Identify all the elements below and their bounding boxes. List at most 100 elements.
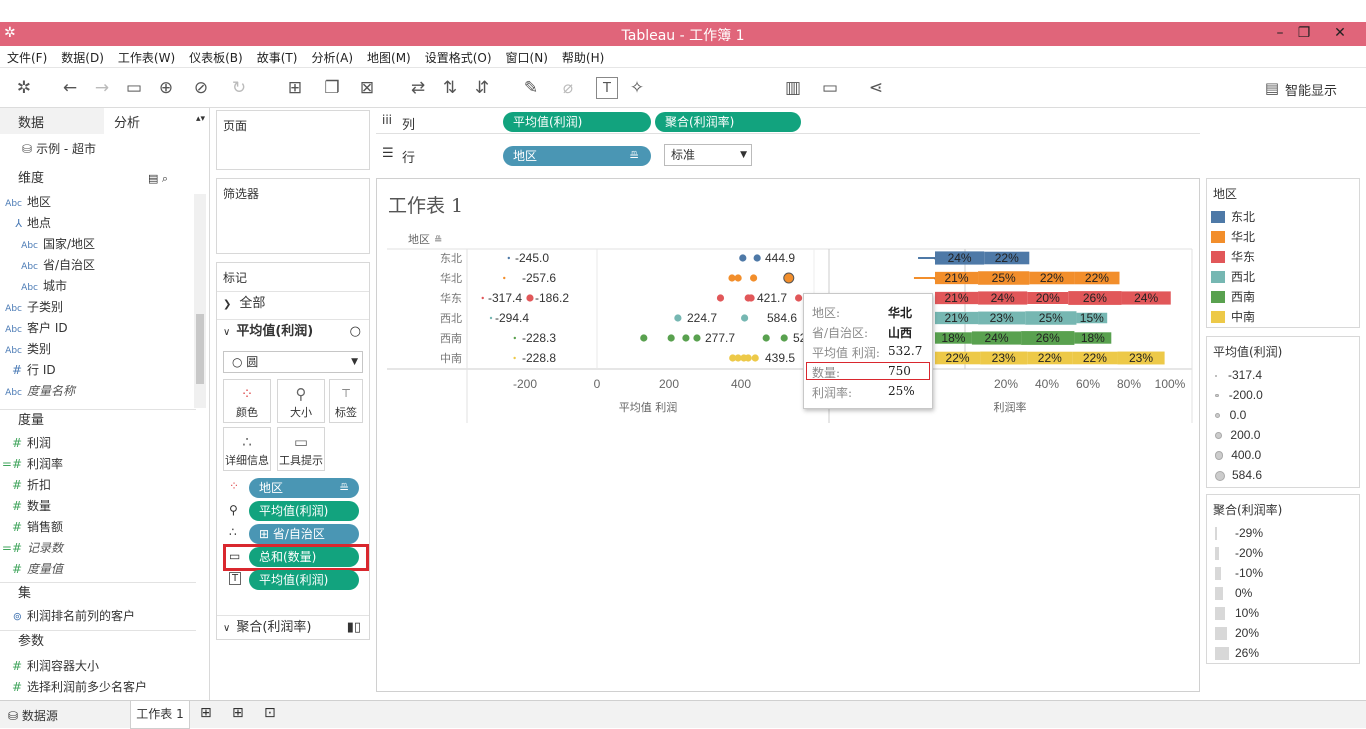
measure-item[interactable]: # 利润	[0, 433, 196, 454]
pill-size[interactable]: 平均值(利润)	[249, 501, 359, 521]
pill-detail[interactable]: ⊞ 省/自治区	[249, 524, 359, 544]
marks-all-row[interactable]: ❯ 全部	[217, 291, 369, 315]
legend-size[interactable]: 平均值(利润) -317.4 -200.0 0.0 200.0 400.0 584.6	[1206, 336, 1360, 488]
close-button[interactable]: ✕	[1322, 22, 1358, 46]
tab-analysis[interactable]: 分析	[114, 112, 140, 131]
menu-worksheet[interactable]: 工作表(W)	[111, 46, 182, 66]
number-icon: =#	[1, 541, 22, 555]
chart-svg[interactable]: 地区 ≞东北华北华东西北西南中南-200 0 200 400平均值 利润-245.0 44…	[377, 179, 1199, 691]
datasource-item[interactable]: ⛁ 示例 - 超市	[0, 139, 196, 160]
group-icon[interactable]: ⌀	[556, 77, 580, 99]
detail-button[interactable]: ∴ 详细信息	[223, 427, 271, 471]
menu-data[interactable]: 数据(D)	[54, 46, 111, 66]
new-datasource-icon[interactable]: ⊕	[154, 77, 178, 99]
highlight-icon[interactable]: ✎	[516, 77, 546, 99]
marks-agg-ratio-row[interactable]: ∨ 聚合(利润率) ▮▯	[217, 615, 369, 639]
pages-card[interactable]: 页面	[216, 110, 370, 170]
restore-button[interactable]: ❐	[1286, 22, 1322, 46]
legend-region-item[interactable]: 华东	[1211, 247, 1255, 267]
clear-sheet-icon[interactable]: ⊠	[350, 77, 384, 99]
pin-icon[interactable]: ✧	[626, 77, 648, 99]
menu-file[interactable]: 文件(F)	[0, 46, 54, 66]
legend-region-item[interactable]: 西北	[1211, 267, 1255, 287]
presentation-icon[interactable]: ▭	[818, 77, 842, 99]
columns-shelf[interactable]: iii 列 平均值(利润) 聚合(利润率)	[376, 110, 1200, 134]
measure-item[interactable]: # 数量	[0, 496, 196, 517]
measure-item[interactable]: # 销售额	[0, 517, 196, 538]
param-item[interactable]: # 选择利润前多少名客户	[0, 677, 196, 698]
param-item[interactable]: # 利润容器大小	[0, 656, 196, 677]
dimension-item[interactable]: ⅄ 地点	[0, 213, 196, 234]
pause-updates-icon[interactable]: ⊘	[186, 77, 216, 99]
tableau-home-icon[interactable]: ✲	[12, 77, 36, 99]
scrollbar-thumb[interactable]	[196, 314, 204, 384]
menu-map[interactable]: 地图(M)	[360, 46, 418, 66]
tab-menu-icon[interactable]: ▴▾	[196, 114, 205, 124]
filters-card[interactable]: 筛选器	[216, 178, 370, 254]
tooltip-button[interactable]: ▭ 工具提示	[277, 427, 325, 471]
sheet-tab[interactable]: 工作表 1	[130, 701, 190, 729]
pill-label[interactable]: 平均值(利润)	[249, 570, 359, 590]
menu-analysis[interactable]: 分析(A)	[304, 46, 360, 66]
legend-region[interactable]: 地区 东北 华北 华东 西北 西南 中南	[1206, 178, 1360, 328]
legend-region-item[interactable]: 中南	[1211, 307, 1255, 327]
measure-item[interactable]: # 折扣	[0, 475, 196, 496]
cards-icon[interactable]: ▥	[778, 77, 808, 99]
measure-item[interactable]: # 度量值	[0, 559, 196, 580]
show-me-button[interactable]: 智能显示	[1285, 80, 1337, 99]
new-worksheet-tab-icon[interactable]: ⊞	[200, 705, 212, 721]
set-item[interactable]: ⊚ 利润排名前列的客户	[0, 606, 196, 627]
datasource-tab[interactable]: ⛁ 数据源	[8, 707, 58, 724]
undo-icon[interactable]: ←	[58, 77, 82, 99]
dimension-item[interactable]: Abc 国家/地区	[0, 234, 196, 255]
legend-ratio[interactable]: 聚合(利润率) -29% -20% -10% 0% 10% 20% 26%	[1206, 494, 1360, 664]
dimension-item[interactable]: Abc 类别	[0, 339, 196, 360]
show-me-icon[interactable]: ▤	[1262, 77, 1282, 99]
legend-region-item[interactable]: 华北	[1211, 227, 1255, 247]
marks-avgprofit-row[interactable]: ∨ 平均值(利润) ○	[217, 319, 369, 343]
new-dashboard-tab-icon[interactable]: ⊞	[232, 705, 244, 721]
dimension-item[interactable]: # 行 ID	[0, 360, 196, 381]
dimension-item[interactable]: Abc 客户 ID	[0, 318, 196, 339]
col-pill-avg-profit[interactable]: 平均值(利润)	[503, 112, 651, 132]
menu-story[interactable]: 故事(T)	[250, 46, 305, 66]
menu-format[interactable]: 设置格式(O)	[418, 46, 499, 66]
legend-label: 10%	[1235, 606, 1260, 620]
label-button[interactable]: ⊤ 标签	[329, 379, 363, 423]
measure-item[interactable]: =# 记录数	[0, 538, 196, 559]
share-icon[interactable]: ⋖	[864, 77, 888, 99]
row-pill-region[interactable]: 地区 ≞	[503, 146, 651, 166]
duplicate-sheet-icon[interactable]: ❐	[320, 77, 344, 99]
size-button[interactable]: ⚲ 大小	[277, 379, 325, 423]
rows-shelf[interactable]: ☰ 行 地区 ≞	[376, 143, 1200, 169]
menu-window[interactable]: 窗口(N)	[499, 46, 555, 66]
pill-region-color[interactable]: 地区 ≞	[249, 478, 359, 498]
show-labels-icon[interactable]: T	[596, 77, 618, 99]
sort-desc-icon[interactable]: ⇵	[470, 77, 494, 99]
dimension-item[interactable]: Abc 度量名称	[0, 381, 196, 402]
swap-icon[interactable]: ⇄	[406, 77, 430, 99]
measure-item[interactable]: =# 利润率	[0, 454, 196, 475]
mark-type-select[interactable]: ○ 圆 ▼	[223, 351, 363, 373]
menu-help[interactable]: 帮助(H)	[555, 46, 611, 66]
dimension-item[interactable]: Abc 城市	[0, 276, 196, 297]
dimension-item[interactable]: Abc 省/自治区	[0, 255, 196, 276]
menu-dashboard[interactable]: 仪表板(B)	[182, 46, 250, 66]
new-worksheet-icon[interactable]: ⊞	[280, 77, 310, 99]
dimension-item[interactable]: Abc 子类别	[0, 297, 196, 318]
dimension-item[interactable]: Abc 地区	[0, 192, 196, 213]
scrollbar[interactable]	[194, 194, 206, 408]
legend-region-item[interactable]: 西南	[1211, 287, 1255, 307]
sort-asc-icon[interactable]: ⇅	[438, 77, 462, 99]
pill-tooltip[interactable]: 总和(数量)	[249, 547, 359, 567]
tab-data[interactable]: 数据	[18, 112, 44, 131]
new-story-tab-icon[interactable]: ⊡	[264, 705, 276, 721]
color-button[interactable]: ⁘ 颜色	[223, 379, 271, 423]
redo-icon[interactable]: →	[90, 77, 114, 99]
legend-region-item[interactable]: 东北	[1211, 207, 1255, 227]
marks-title: 标记	[223, 271, 248, 285]
save-icon[interactable]: ▭	[122, 77, 146, 99]
refresh-icon[interactable]: ↻	[224, 77, 254, 99]
col-pill-agg-ratio[interactable]: 聚合(利润率)	[655, 112, 801, 132]
view-options-icon[interactable]: ▤ ⌕	[148, 168, 168, 190]
